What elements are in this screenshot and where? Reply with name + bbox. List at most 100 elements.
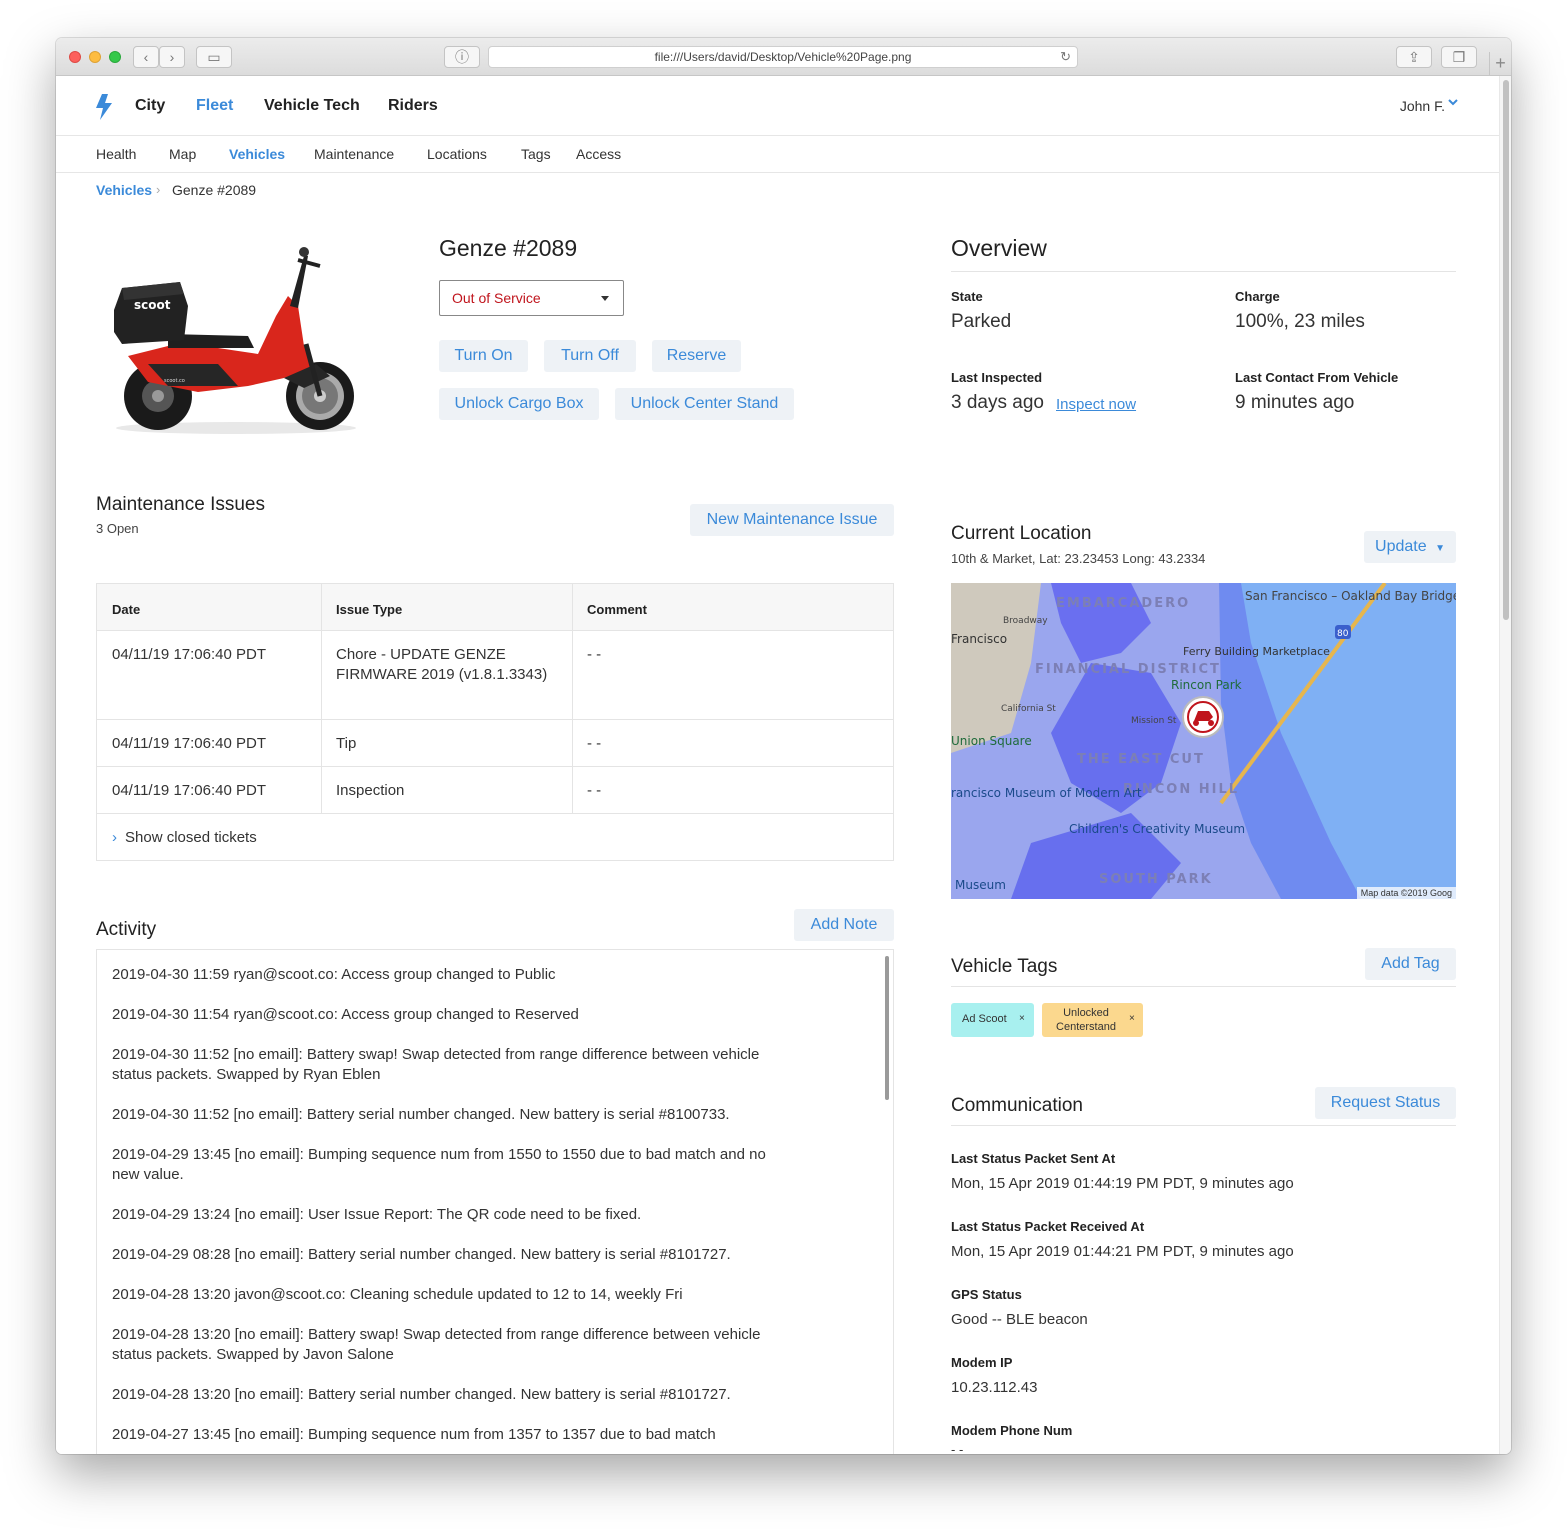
cell-date: 04/11/19 17:06:40 PDT — [112, 646, 266, 663]
tab-map[interactable]: Map — [169, 146, 196, 162]
add-tag-button[interactable]: Add Tag — [1365, 948, 1456, 980]
nav-fleet[interactable]: Fleet — [196, 97, 233, 115]
unlock-center-stand-button[interactable]: Unlock Center Stand — [615, 388, 794, 420]
info-icon[interactable]: ⓘ — [444, 46, 480, 68]
breadcrumb-vehicles[interactable]: Vehicles — [96, 182, 152, 198]
maintenance-open-count: 3 Open — [96, 521, 139, 536]
new-tab-icon[interactable]: + — [1489, 52, 1511, 76]
close-icon[interactable]: × — [1129, 1013, 1135, 1024]
tab-health[interactable]: Health — [96, 146, 136, 162]
activity-title: Activity — [96, 919, 157, 940]
last-inspected-value: 3 days ago — [951, 392, 1044, 413]
map-label-broadway: Broadway — [1003, 616, 1048, 626]
turn-off-button[interactable]: Turn Off — [544, 340, 636, 372]
activity-item: 2019-04-29 13:45 [no email]: Bumping seq… — [112, 1146, 766, 1183]
activity-item: 2019-04-30 11:59 ryan@scoot.co: Access g… — [112, 966, 556, 983]
map-label-south-park: SOUTH PARK — [1099, 872, 1213, 887]
activity-scrollbar[interactable] — [885, 956, 889, 1100]
maintenance-title: Maintenance Issues — [96, 494, 265, 515]
vehicle-title: Genze #2089 — [439, 235, 578, 261]
top-nav: City Fleet Vehicle Tech Riders John F. — [56, 76, 1499, 136]
map-label-financial: FINANCIAL DISTRICT — [1035, 662, 1221, 677]
scooter-image: scoot scoot.co — [114, 247, 356, 434]
activity-item: 2019-04-30 11:52 [no email]: Battery swa… — [112, 1046, 760, 1083]
column-header-date[interactable]: Date — [112, 602, 140, 617]
status-select[interactable]: Out of Service — [439, 280, 624, 316]
inspect-now-link[interactable]: Inspect now — [1056, 396, 1136, 413]
nav-vehicle-tech[interactable]: Vehicle Tech — [264, 97, 360, 115]
minimize-window-button[interactable] — [89, 51, 101, 63]
nav-riders[interactable]: Riders — [388, 97, 438, 115]
browser-toolbar: ‹ › ▭ ⓘ file:///Users/david/Desktop/Vehi… — [56, 38, 1511, 76]
tab-tags[interactable]: Tags — [521, 146, 551, 162]
table-row[interactable]: 04/11/19 17:06:40 PDT Inspection - - — [97, 767, 893, 814]
add-note-button[interactable]: Add Note — [794, 909, 894, 941]
share-icon[interactable]: ⇪ — [1396, 46, 1432, 68]
chevron-right-icon: › — [112, 829, 117, 846]
map-label-east-cut: THE EAST CUT — [1077, 752, 1205, 767]
user-menu[interactable]: John F. — [1400, 98, 1445, 114]
map-label-california: California St — [1001, 704, 1056, 714]
browser-window: ‹ › ▭ ⓘ file:///Users/david/Desktop/Vehi… — [56, 38, 1511, 1454]
update-location-button[interactable]: Update ▼ — [1364, 531, 1456, 563]
url-text: file:///Users/david/Desktop/Vehicle%20Pa… — [654, 50, 912, 64]
chevron-down-icon[interactable] — [1447, 96, 1459, 108]
scooter-marker-icon[interactable] — [1182, 696, 1224, 738]
cell-comment: - - — [587, 782, 602, 799]
request-status-button[interactable]: Request Status — [1315, 1087, 1456, 1119]
activity-log[interactable]: 2019-04-30 11:59 ryan@scoot.co: Access g… — [96, 949, 894, 1454]
unlock-cargo-box-button[interactable]: Unlock Cargo Box — [439, 388, 599, 420]
map-label-francisco: Francisco — [951, 632, 1007, 646]
comm-label-sent: Last Status Packet Sent At — [951, 1151, 1116, 1166]
comm-label-modem-phone: Modem Phone Num — [951, 1423, 1073, 1438]
tab-vehicles[interactable]: Vehicles — [229, 146, 285, 162]
show-closed-tickets-toggle[interactable]: › Show closed tickets — [112, 829, 257, 846]
turn-on-button[interactable]: Turn On — [439, 340, 528, 372]
map-label-bridge: San Francisco – Oakland Bay Bridge — [1245, 589, 1456, 603]
tab-locations[interactable]: Locations — [427, 146, 487, 162]
maintenance-table: Date Issue Type Comment 04/11/19 17:06:4… — [96, 583, 894, 861]
table-row[interactable]: 04/11/19 17:06:40 PDT Tip - - — [97, 720, 893, 767]
forward-icon[interactable]: › — [159, 46, 185, 68]
map-label-embarcadero: EMBARCADERO — [1056, 596, 1190, 611]
tag-label: Ad Scoot — [962, 1013, 1007, 1025]
map-label-moma: rancisco Museum of Modern Art — [951, 786, 1142, 800]
new-maintenance-issue-button[interactable]: New Maintenance Issue — [690, 504, 894, 536]
page-scrollbar-thumb[interactable] — [1503, 80, 1509, 620]
page-scrollbar[interactable] — [1499, 76, 1511, 1454]
location-map[interactable]: EMBARCADERO San Francisco – Oakland Bay … — [951, 583, 1456, 899]
sidebar-icon[interactable]: ▭ — [196, 46, 232, 68]
nav-city[interactable]: City — [135, 97, 165, 115]
reload-icon[interactable]: ↻ — [1060, 47, 1071, 67]
show-closed-label: Show closed tickets — [125, 829, 257, 846]
map-canvas[interactable]: EMBARCADERO San Francisco – Oakland Bay … — [951, 583, 1456, 899]
close-icon[interactable]: × — [1019, 1013, 1025, 1024]
overview-divider — [951, 271, 1456, 272]
table-row[interactable]: 04/11/19 17:06:40 PDT Chore - UPDATE GEN… — [97, 631, 893, 720]
activity-item: 2019-04-27 13:45 [no email]: Bumping seq… — [112, 1426, 716, 1443]
address-bar[interactable]: file:///Users/david/Desktop/Vehicle%20Pa… — [488, 46, 1078, 68]
back-icon[interactable]: ‹ — [133, 46, 159, 68]
tag-unlocked-centerstand[interactable]: Unlocked Centerstand × — [1042, 1003, 1143, 1037]
state-value: Parked — [951, 311, 1012, 332]
communication-title: Communication — [951, 1095, 1083, 1116]
activity-item: 2019-04-28 13:20 [no email]: Battery swa… — [112, 1326, 761, 1363]
activity-item: 2019-04-30 11:54 ryan@scoot.co: Access g… — [112, 1006, 579, 1023]
map-label-rincon-park: Rincon Park — [1171, 678, 1242, 692]
last-contact-label: Last Contact From Vehicle — [1235, 370, 1399, 385]
column-header-comment[interactable]: Comment — [587, 602, 647, 617]
zoom-window-button[interactable] — [109, 51, 121, 63]
tab-maintenance[interactable]: Maintenance — [314, 146, 394, 162]
bolt-logo-icon[interactable] — [94, 94, 114, 120]
tab-access[interactable]: Access — [576, 146, 621, 162]
cell-issue-type: Chore - UPDATE GENZE FIRMWARE 2019 (v1.8… — [336, 646, 548, 683]
page-content: City Fleet Vehicle Tech Riders John F. H… — [56, 76, 1499, 1454]
tabs-icon[interactable]: ❐ — [1441, 46, 1477, 68]
close-window-button[interactable] — [69, 51, 81, 63]
column-header-issue-type[interactable]: Issue Type — [336, 602, 402, 617]
overview-title: Overview — [951, 235, 1047, 261]
breadcrumb-current: Genze #2089 — [172, 182, 257, 198]
scooter-brand-text: scoot — [134, 298, 171, 312]
tag-ad-scoot[interactable]: Ad Scoot × — [951, 1003, 1034, 1037]
reserve-button[interactable]: Reserve — [652, 340, 741, 372]
